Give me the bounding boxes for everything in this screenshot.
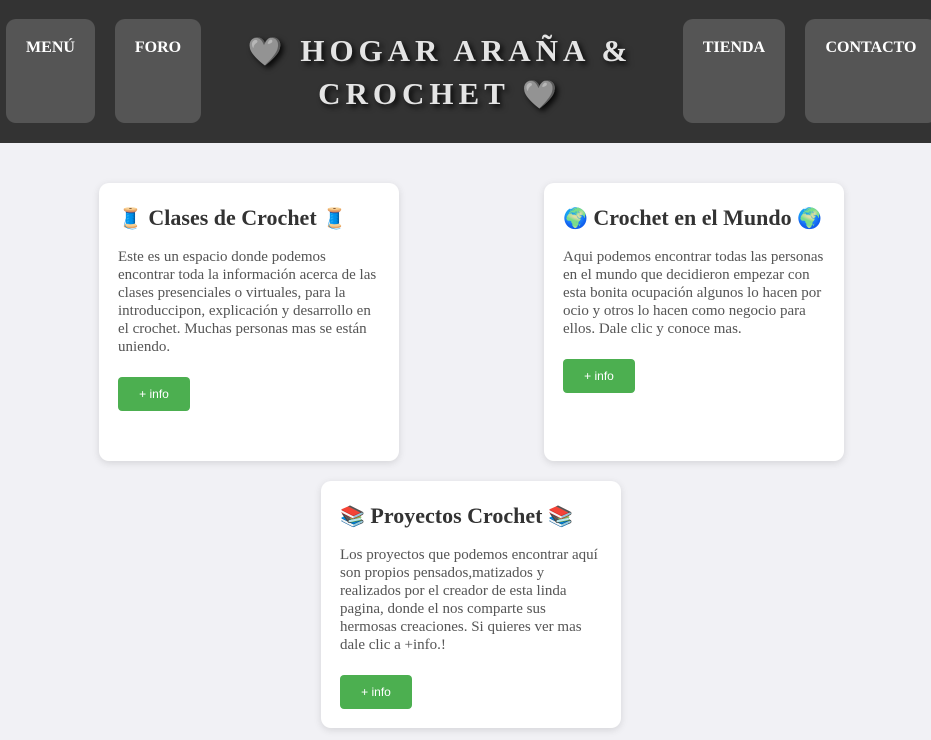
- spool-icon: 🧵: [322, 208, 348, 230]
- info-button[interactable]: + info: [563, 359, 635, 393]
- spool-icon: 🧵: [118, 208, 143, 230]
- heart-icon: 🩶: [247, 37, 288, 68]
- nav-foro-button[interactable]: FORO: [115, 19, 201, 123]
- books-icon: 📚: [547, 506, 573, 528]
- card-title-text: Crochet en el Mundo: [593, 205, 792, 230]
- globe-icon: 🌍: [563, 208, 588, 230]
- card-title: 🧵 Clases de Crochet 🧵: [118, 203, 380, 234]
- card-description: Aqui podemos encontrar todas las persona…: [563, 249, 824, 337]
- books-icon: 📚: [340, 506, 365, 528]
- card-description: Este es un espacio donde podemos encontr…: [118, 249, 377, 355]
- card-description: Los proyectos que podemos encontrar aquí…: [340, 547, 598, 653]
- site-title: 🩶 HOGAR ARAÑA & CROCHET 🩶: [220, 30, 660, 116]
- card-title: 📚 Proyectos Crochet 📚: [340, 501, 602, 532]
- card-title-text: Clases de Crochet: [148, 205, 317, 230]
- card-crochet-mundo: 🌍 Crochet en el Mundo 🌍 Aqui podemos enc…: [544, 183, 844, 461]
- card-title-text: Proyectos Crochet: [370, 503, 543, 528]
- card-title: 🌍 Crochet en el Mundo 🌍: [563, 203, 825, 234]
- card-proyectos-crochet: 📚 Proyectos Crochet 📚 Los proyectos que …: [321, 481, 621, 728]
- heart-icon: 🩶: [522, 80, 562, 111]
- site-title-line2: CROCHET: [318, 76, 510, 111]
- nav-contacto-button[interactable]: CONTACTO: [805, 19, 931, 123]
- info-button[interactable]: + info: [340, 675, 412, 709]
- globe-icon: 🌍: [797, 208, 823, 230]
- site-header: MENÚ FORO 🩶 HOGAR ARAÑA & CROCHET 🩶 TIEN…: [0, 0, 931, 143]
- card-clases-crochet: 🧵 Clases de Crochet 🧵 Este es un espacio…: [99, 183, 399, 461]
- site-title-line1: HOGAR ARAÑA &: [300, 33, 633, 68]
- nav-menu-button[interactable]: MENÚ: [6, 19, 95, 123]
- nav-tienda-button[interactable]: TIENDA: [683, 19, 785, 123]
- info-button[interactable]: + info: [118, 377, 190, 411]
